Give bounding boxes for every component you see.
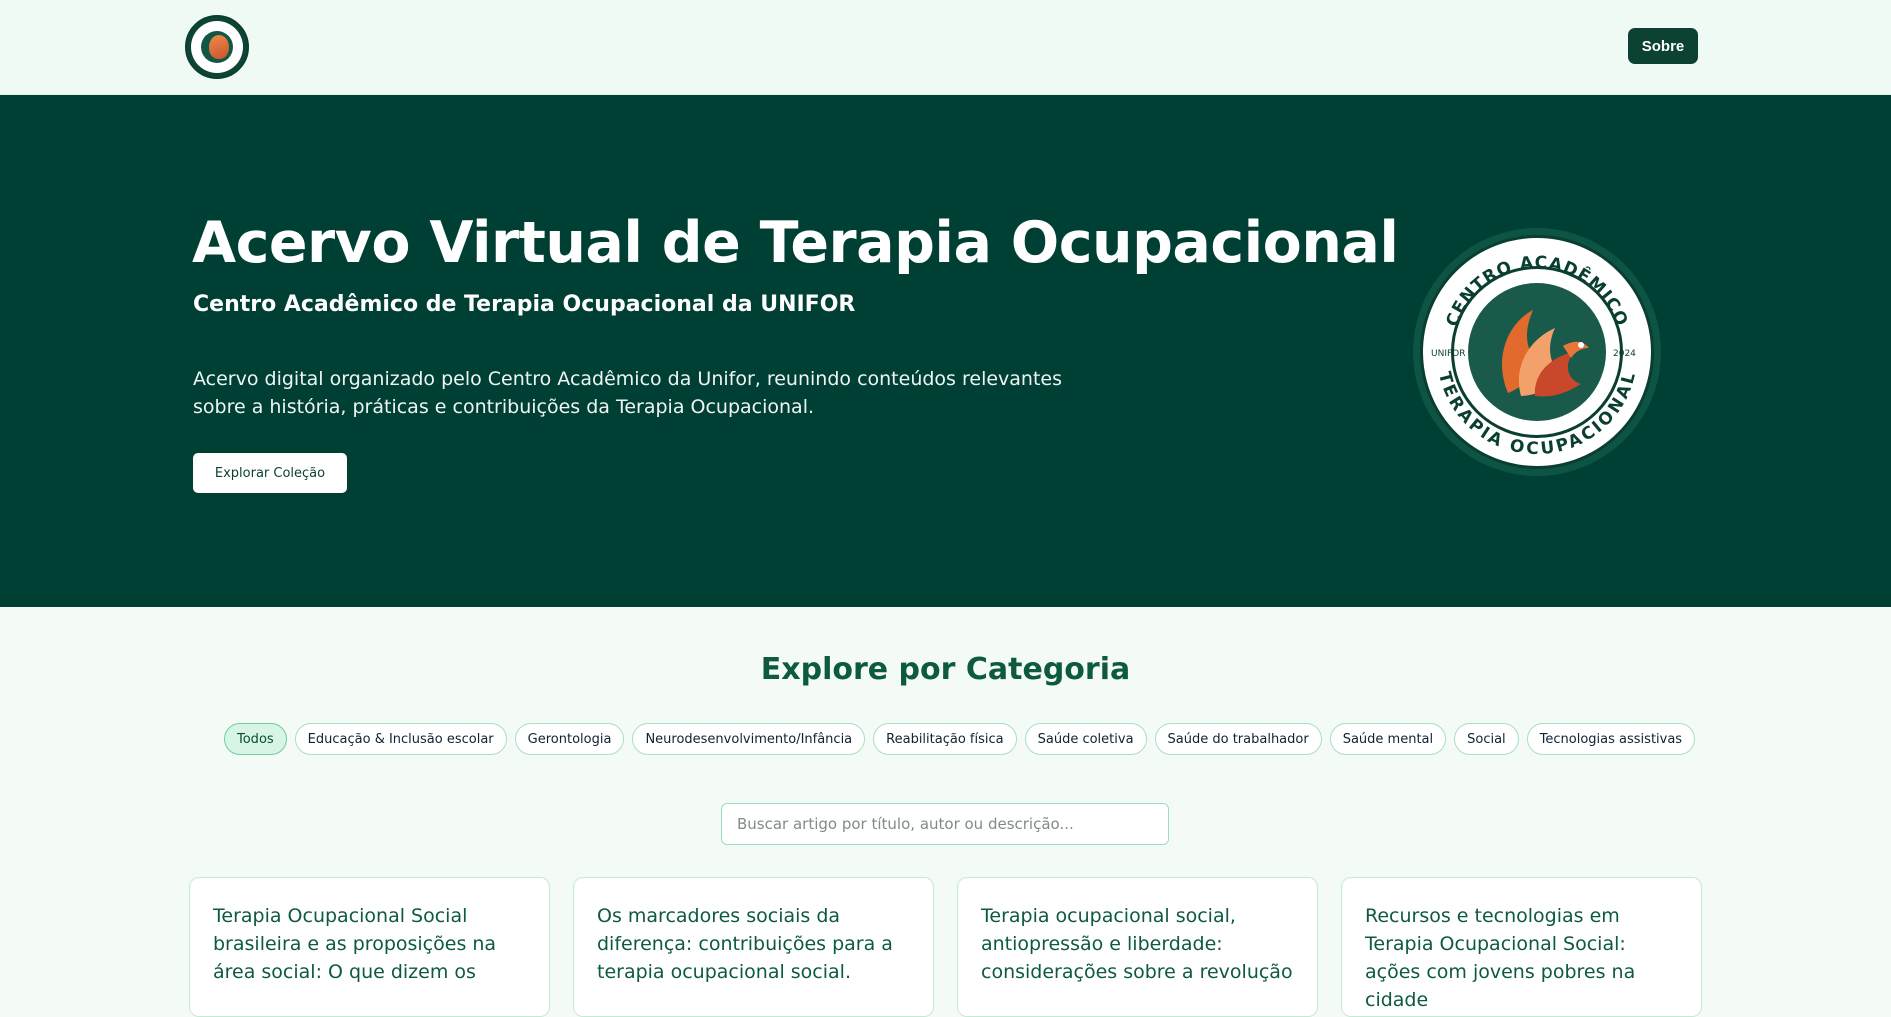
- category-chip-social[interactable]: Social: [1454, 723, 1519, 755]
- hero-section: Acervo Virtual de Terapia Ocupacional Ce…: [0, 95, 1891, 607]
- search-input[interactable]: [721, 803, 1169, 845]
- category-chip-educacao[interactable]: Educação & Inclusão escolar: [294, 723, 507, 755]
- category-filter-list: Todos Educação & Inclusão escolar Geront…: [224, 723, 1696, 755]
- svg-text:CENTRO ACADÊMICO: CENTRO ACADÊMICO: [1442, 253, 1631, 330]
- hero-description: Acervo digital organizado pelo Centro Ac…: [193, 368, 1062, 418]
- category-chip-todos[interactable]: Todos: [224, 723, 287, 755]
- emblem-right-text: 2024: [1613, 349, 1636, 359]
- hero-subtitle: Centro Acadêmico de Terapia Ocupacional …: [193, 292, 856, 317]
- article-card[interactable]: Terapia Ocupacional Social brasileira e …: [189, 877, 550, 1017]
- category-chip-saude-trabalhador[interactable]: Saúde do trabalhador: [1154, 723, 1322, 755]
- category-chip-gerontologia[interactable]: Gerontologia: [514, 723, 625, 755]
- centro-academico-logo[interactable]: [185, 15, 249, 79]
- about-button[interactable]: Sobre: [1628, 28, 1698, 64]
- emblem-left-text: UNIFOR: [1431, 349, 1466, 359]
- category-chip-saude-coletiva[interactable]: Saúde coletiva: [1024, 723, 1147, 755]
- article-title[interactable]: Terapia Ocupacional Social brasileira e …: [213, 902, 526, 986]
- top-navbar: Sobre: [0, 0, 1891, 95]
- article-card[interactable]: Os marcadores sociais da diferença: cont…: [573, 877, 934, 1017]
- article-card[interactable]: Terapia ocupacional social, antiopressão…: [957, 877, 1318, 1017]
- category-chip-saude-mental[interactable]: Saúde mental: [1329, 723, 1447, 755]
- emblem-top-text: CENTRO ACADÊMICO: [1442, 253, 1630, 330]
- article-title[interactable]: Terapia ocupacional social, antiopressão…: [981, 902, 1294, 986]
- category-chip-tecnologias[interactable]: Tecnologias assistivas: [1526, 723, 1696, 755]
- category-chip-reabilitacao[interactable]: Reabilitação física: [873, 723, 1017, 755]
- article-title[interactable]: Os marcadores sociais da diferença: cont…: [597, 902, 910, 986]
- hero-title: Acervo Virtual de Terapia Ocupacional: [192, 210, 1399, 276]
- emblem-logo: CENTRO ACADÊMICO TERAPIA OCUPACIONAL UNI…: [1413, 228, 1661, 476]
- phoenix-icon: CENTRO ACADÊMICO TERAPIA OCUPACIONAL UNI…: [1431, 253, 1639, 459]
- article-card[interactable]: Recursos e tecnologias em Terapia Ocupac…: [1341, 877, 1702, 1017]
- explore-collection-button[interactable]: Explorar Coleção: [193, 453, 347, 493]
- category-section-title: Explore por Categoria: [760, 652, 1131, 687]
- bird-flame-icon: [209, 35, 229, 59]
- article-title[interactable]: Recursos e tecnologias em Terapia Ocupac…: [1365, 902, 1678, 1014]
- category-chip-neurodesenvolvimento[interactable]: Neurodesenvolvimento/Infância: [632, 723, 866, 755]
